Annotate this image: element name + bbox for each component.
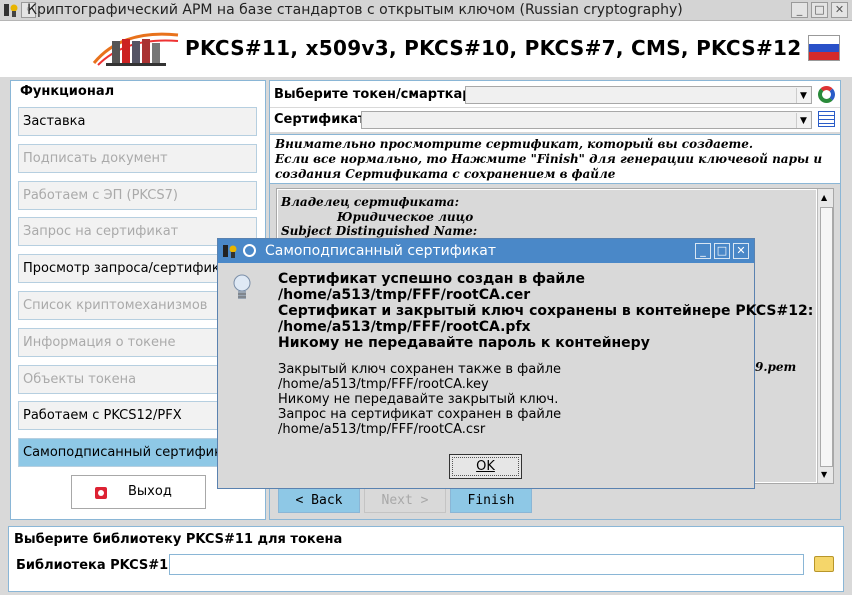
minimize-button[interactable]: _ (791, 2, 808, 18)
ok-label: OK (452, 457, 519, 476)
window-title: Криптографический АРМ на базе стандартов… (27, 2, 683, 18)
chevron-down-icon: ▼ (796, 88, 810, 103)
dialog-message: /home/a513/tmp/FFF/rootCA.pfx (278, 319, 531, 335)
dialog-titlebar: Самоподписанный сертификат _ □ ✕ (218, 239, 754, 263)
dialog-title: Самоподписанный сертификат (265, 243, 497, 259)
info-line: создания Сертификата с сохранением в фай… (275, 167, 616, 181)
banner: PKCS#11, x509v3, PKCS#10, PKCS#7, CMS, P… (0, 21, 852, 77)
dialog-close-button[interactable]: ✕ (733, 243, 749, 259)
app-icon (3, 2, 19, 18)
ok-button[interactable]: OK (449, 454, 522, 479)
subject-dn-label: Subject Distinguished Name: (281, 224, 478, 238)
sidebar-item[interactable]: Подписать документ (18, 143, 257, 173)
library-header: Выберите библиотеку PKCS#11 для токена (14, 532, 343, 547)
exit-label: Выход (128, 484, 172, 499)
vertical-scrollbar[interactable]: ▲ ▼ (817, 189, 833, 483)
dialog-minimize-button[interactable]: _ (695, 243, 711, 259)
token-label: Выберите токен/смарткарту: (274, 87, 493, 102)
chevron-down-icon: ▼ (796, 113, 810, 128)
dialog-menu-icon[interactable] (243, 244, 256, 257)
table-icon[interactable] (818, 111, 835, 127)
maximize-button[interactable]: □ (811, 2, 828, 18)
cert-owner-type: Юридическое лицо (337, 210, 474, 224)
dialog-detail: Закрытый ключ сохранен также в файле (278, 362, 562, 377)
token-select[interactable]: ▼ (465, 86, 812, 104)
info-line: Внимательно просмотрите сертификат, кото… (275, 137, 754, 151)
dialog-maximize-button[interactable]: □ (714, 243, 730, 259)
sidebar-item[interactable]: Работаем с ЭП (PKCS7) (18, 180, 257, 210)
certificate-label: Сертификат: (274, 112, 371, 127)
cert-owner-label: Владелец сертификата: (281, 195, 460, 209)
finish-button[interactable]: Finish (450, 488, 532, 513)
russian-flag-icon (808, 35, 840, 61)
dialog-detail: Никому не передавайте закрытый ключ. (278, 392, 559, 407)
info-line: Если все нормально, то Нажмите "Finish" … (275, 152, 823, 166)
exit-icon (95, 487, 107, 499)
library-input[interactable] (169, 554, 804, 575)
back-button[interactable]: < Back (278, 488, 360, 513)
dialog-message: /home/a513/tmp/FFF/rootCA.cer (278, 287, 531, 303)
window-titlebar: ◦ Криптографический АРМ на базе стандарт… (0, 0, 852, 21)
cert-partial-text: 9.pem (755, 360, 797, 374)
banner-title: PKCS#11, x509v3, PKCS#10, PKCS#7, CMS, P… (185, 36, 802, 60)
dialog-message: Сертификат успешно создан в файле (278, 271, 585, 287)
dialog-detail: /home/a513/tmp/FFF/rootCA.csr (278, 422, 486, 437)
info-box: Внимательно просмотрите сертификат, кото… (270, 134, 840, 184)
dialog-detail: /home/a513/tmp/FFF/rootCA.key (278, 377, 489, 392)
dialog-message: Никому не передавайте пароль к контейнер… (278, 335, 650, 351)
logo-image (92, 27, 180, 69)
sidebar-item[interactable]: Заставка (18, 107, 257, 136)
app-icon (222, 243, 238, 259)
refresh-icon[interactable] (818, 86, 835, 103)
dialog-message: Сертификат и закрытый ключ сохранены в к… (278, 303, 814, 319)
next-button[interactable]: Next > (364, 488, 446, 513)
dialog-detail: Запрос на сертификат сохранен в файле (278, 407, 562, 422)
certificate-select[interactable]: ▼ (361, 111, 812, 129)
folder-icon[interactable] (814, 556, 834, 572)
lightbulb-icon (232, 273, 252, 303)
exit-button[interactable]: Выход (71, 475, 206, 509)
close-button[interactable]: ✕ (831, 2, 848, 18)
function-panel-header: Функционал (20, 84, 115, 99)
success-dialog: Самоподписанный сертификат _ □ ✕ Сертифи… (217, 238, 813, 489)
library-label: Библиотека PKCS#11: (16, 558, 183, 573)
